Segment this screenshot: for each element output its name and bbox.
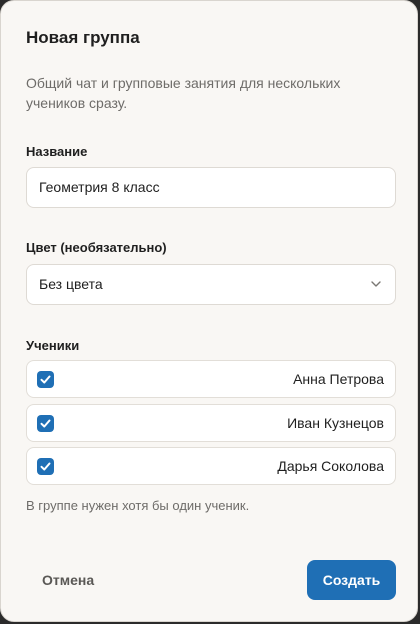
color-label: Цвет (необязательно) — [26, 240, 167, 255]
new-group-dialog: Новая группа Общий чат и групповые занят… — [0, 0, 418, 622]
group-name-value: Геометрия 8 класс — [39, 179, 160, 195]
student-checkbox[interactable] — [37, 415, 54, 432]
student-name: Дарья Соколова — [277, 458, 384, 474]
checkmark-icon — [40, 375, 51, 384]
student-name: Анна Петрова — [293, 371, 384, 387]
dialog-description: Общий чат и групповые занятия для нескол… — [26, 75, 341, 111]
student-checkbox[interactable] — [37, 371, 54, 388]
group-name-input[interactable]: Геометрия 8 класс — [26, 167, 396, 208]
students-label: Ученики — [26, 338, 80, 353]
student-row[interactable]: Дарья Соколова — [26, 447, 396, 485]
student-name: Иван Кузнецов — [287, 415, 384, 431]
student-row[interactable]: Анна Петрова — [26, 360, 396, 398]
student-checkbox[interactable] — [37, 458, 54, 475]
color-select-value: Без цвета — [39, 276, 103, 292]
name-label: Название — [26, 144, 88, 159]
cancel-button[interactable]: Отмена — [26, 560, 110, 600]
checkmark-icon — [40, 419, 51, 428]
students-hint: В группе нужен хотя бы один ученик. — [26, 498, 250, 513]
color-select[interactable]: Без цвета — [26, 264, 396, 305]
student-row[interactable]: Иван Кузнецов — [26, 404, 396, 442]
checkmark-icon — [40, 462, 51, 471]
create-button[interactable]: Создать — [307, 560, 396, 600]
chevron-down-icon — [371, 281, 381, 287]
dialog-title: Новая группа — [26, 28, 140, 47]
